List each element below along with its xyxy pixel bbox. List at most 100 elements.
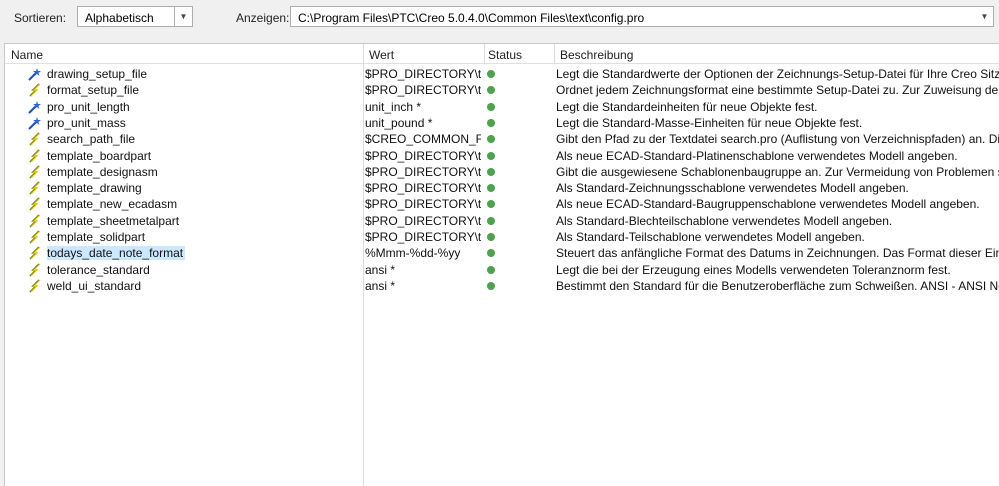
option-description: Bestimmt den Standard für die Benutzerob… (556, 278, 999, 293)
table-row[interactable]: template_drawing $PRO_DIRECTORY\temp Als… (5, 180, 999, 196)
table-row[interactable]: weld_ui_standard ansi * Bestimmt den Sta… (5, 278, 999, 294)
option-name[interactable]: tolerance_standard (47, 263, 363, 277)
option-name[interactable]: search_path_file (47, 132, 363, 146)
lightning-icon (27, 148, 43, 164)
option-description: Als neue ECAD-Standard-Baugruppenschablo… (556, 197, 980, 212)
option-name[interactable]: template_solidpart (47, 230, 363, 244)
status-ok-icon (487, 281, 495, 290)
sort-dropdown[interactable]: Alphabetisch ▼ (77, 6, 193, 27)
status-ok-icon (487, 249, 495, 258)
option-value[interactable]: $PRO_DIRECTORY\temp (365, 165, 481, 179)
column-header-description[interactable]: Beschreibung (560, 48, 633, 62)
table-row[interactable]: drawing_setup_file $PRO_DIRECTORY\text\ … (5, 66, 999, 82)
status-ok-icon (487, 70, 495, 78)
toolbar: Sortieren: Alphabetisch ▼ Anzeigen: C:\P… (0, 0, 999, 42)
status-ok-icon (487, 118, 495, 127)
option-name[interactable]: template_designasm (47, 165, 363, 179)
column-header-name[interactable]: Name (11, 48, 43, 62)
status-ok-icon (487, 151, 495, 160)
option-name[interactable]: todays_date_note_format (47, 246, 363, 261)
sort-label: Sortieren: (14, 11, 67, 25)
option-name[interactable]: weld_ui_standard (47, 279, 363, 293)
lightning-icon (27, 245, 43, 261)
options-table: Name Wert Status Beschreibung drawing_se… (4, 43, 999, 486)
option-value[interactable]: $PRO_DIRECTORY\text\ (365, 67, 481, 81)
table-row[interactable]: template_sheetmetalpart $PRO_DIRECTORY\t… (5, 213, 999, 229)
option-description: Als Standard-Zeichnungsschablone verwend… (556, 181, 909, 196)
option-name[interactable]: pro_unit_length (47, 100, 363, 114)
option-description: Legt die bei der Erzeugung eines Modells… (556, 262, 951, 277)
table-header: Name Wert Status Beschreibung (5, 44, 999, 64)
column-header-wert[interactable]: Wert (369, 48, 394, 62)
option-description: Gibt die ausgewiesene Schablonenbaugrupp… (556, 164, 999, 179)
option-value[interactable]: unit_pound * (365, 116, 481, 130)
show-dropdown[interactable]: C:\Program Files\PTC\Creo 5.0.4.0\Common… (290, 6, 994, 27)
blue-star-icon (27, 99, 43, 115)
lightning-icon (27, 180, 43, 196)
blue-star-icon (27, 115, 43, 131)
option-value[interactable]: $PRO_DIRECTORY\text\ (365, 83, 481, 97)
table-row[interactable]: template_new_ecadasm $PRO_DIRECTORY\temp… (5, 196, 999, 212)
option-description: Legt die Standardwerte der Optionen der … (556, 67, 999, 81)
table-row[interactable]: template_designasm $PRO_DIRECTORY\temp G… (5, 164, 999, 180)
column-header-status[interactable]: Status (488, 48, 522, 62)
option-value[interactable]: $PRO_DIRECTORY\temp (365, 149, 481, 163)
column-divider[interactable] (554, 44, 555, 63)
option-name[interactable]: format_setup_file (47, 83, 363, 97)
status-ok-icon (487, 102, 495, 111)
option-value[interactable]: unit_inch * (365, 100, 481, 114)
option-description: Als Standard-Blechteilschablone verwende… (556, 213, 893, 228)
option-value[interactable]: ansi * (365, 263, 481, 277)
sort-value: Alphabetisch (85, 11, 154, 25)
option-value[interactable]: $PRO_DIRECTORY\temp (365, 181, 481, 195)
status-ok-icon (487, 86, 495, 95)
table-row[interactable]: template_boardpart $PRO_DIRECTORY\temp A… (5, 148, 999, 164)
table-row[interactable]: pro_unit_mass unit_pound * Legt die Stan… (5, 115, 999, 131)
lightning-icon (27, 262, 43, 278)
lightning-icon (27, 278, 43, 294)
blue-star-icon (27, 66, 43, 82)
option-value[interactable]: ansi * (365, 279, 481, 293)
option-value[interactable]: %Mmm-%dd-%yy (365, 246, 481, 260)
chevron-down-icon[interactable]: ▼ (174, 7, 192, 26)
table-row[interactable]: tolerance_standard ansi * Legt die bei d… (5, 262, 999, 278)
table-row[interactable]: template_solidpart $PRO_DIRECTORY\temp A… (5, 229, 999, 245)
status-ok-icon (487, 135, 495, 144)
status-ok-icon (487, 200, 495, 209)
lightning-icon (27, 229, 43, 245)
option-name[interactable]: template_boardpart (47, 149, 363, 163)
lightning-icon (27, 196, 43, 212)
option-name[interactable]: template_drawing (47, 181, 363, 195)
option-name[interactable]: drawing_setup_file (47, 67, 363, 81)
option-value[interactable]: $PRO_DIRECTORY\temp (365, 197, 481, 211)
option-description: Legt die Standard-Masse-Einheiten für ne… (556, 115, 863, 130)
option-value[interactable]: $PRO_DIRECTORY\temp (365, 230, 481, 244)
chevron-down-icon[interactable]: ▼ (976, 7, 993, 26)
show-label: Anzeigen: (236, 11, 290, 25)
table-row[interactable]: format_setup_file $PRO_DIRECTORY\text\ O… (5, 82, 999, 98)
table-row[interactable]: todays_date_note_format %Mmm-%dd-%yy Ste… (5, 245, 999, 261)
lightning-icon (27, 164, 43, 180)
lightning-icon (27, 82, 43, 98)
option-description: Legt die Standardeinheiten für neue Obje… (556, 99, 818, 114)
column-divider[interactable] (484, 44, 485, 63)
option-description: Gibt den Pfad zu der Textdatei search.pr… (556, 132, 999, 147)
option-value[interactable]: $PRO_DIRECTORY\temp (365, 214, 481, 228)
status-ok-icon (487, 233, 495, 241)
table-row[interactable]: pro_unit_length unit_inch * Legt die Sta… (5, 99, 999, 115)
status-ok-icon (487, 167, 495, 176)
status-ok-icon (487, 265, 495, 274)
show-value: C:\Program Files\PTC\Creo 5.0.4.0\Common… (298, 11, 645, 25)
table-row[interactable]: search_path_file $CREO_COMMON_FILES Gibt… (5, 131, 999, 147)
lightning-icon (27, 131, 43, 147)
option-name[interactable]: template_sheetmetalpart (47, 214, 363, 228)
option-description: Steuert das anfängliche Format des Datum… (556, 246, 999, 261)
option-description: Als Standard-Teilschablone verwendetes M… (556, 230, 865, 244)
option-value[interactable]: $CREO_COMMON_FILES (365, 132, 481, 146)
option-description: Als neue ECAD-Standard-Platinenschablone… (556, 148, 958, 163)
option-name[interactable]: pro_unit_mass (47, 116, 363, 130)
status-ok-icon (487, 216, 495, 225)
option-name[interactable]: template_new_ecadasm (47, 197, 363, 211)
option-description: Ordnet jedem Zeichnungsformat eine besti… (556, 83, 999, 98)
lightning-icon (27, 213, 43, 229)
